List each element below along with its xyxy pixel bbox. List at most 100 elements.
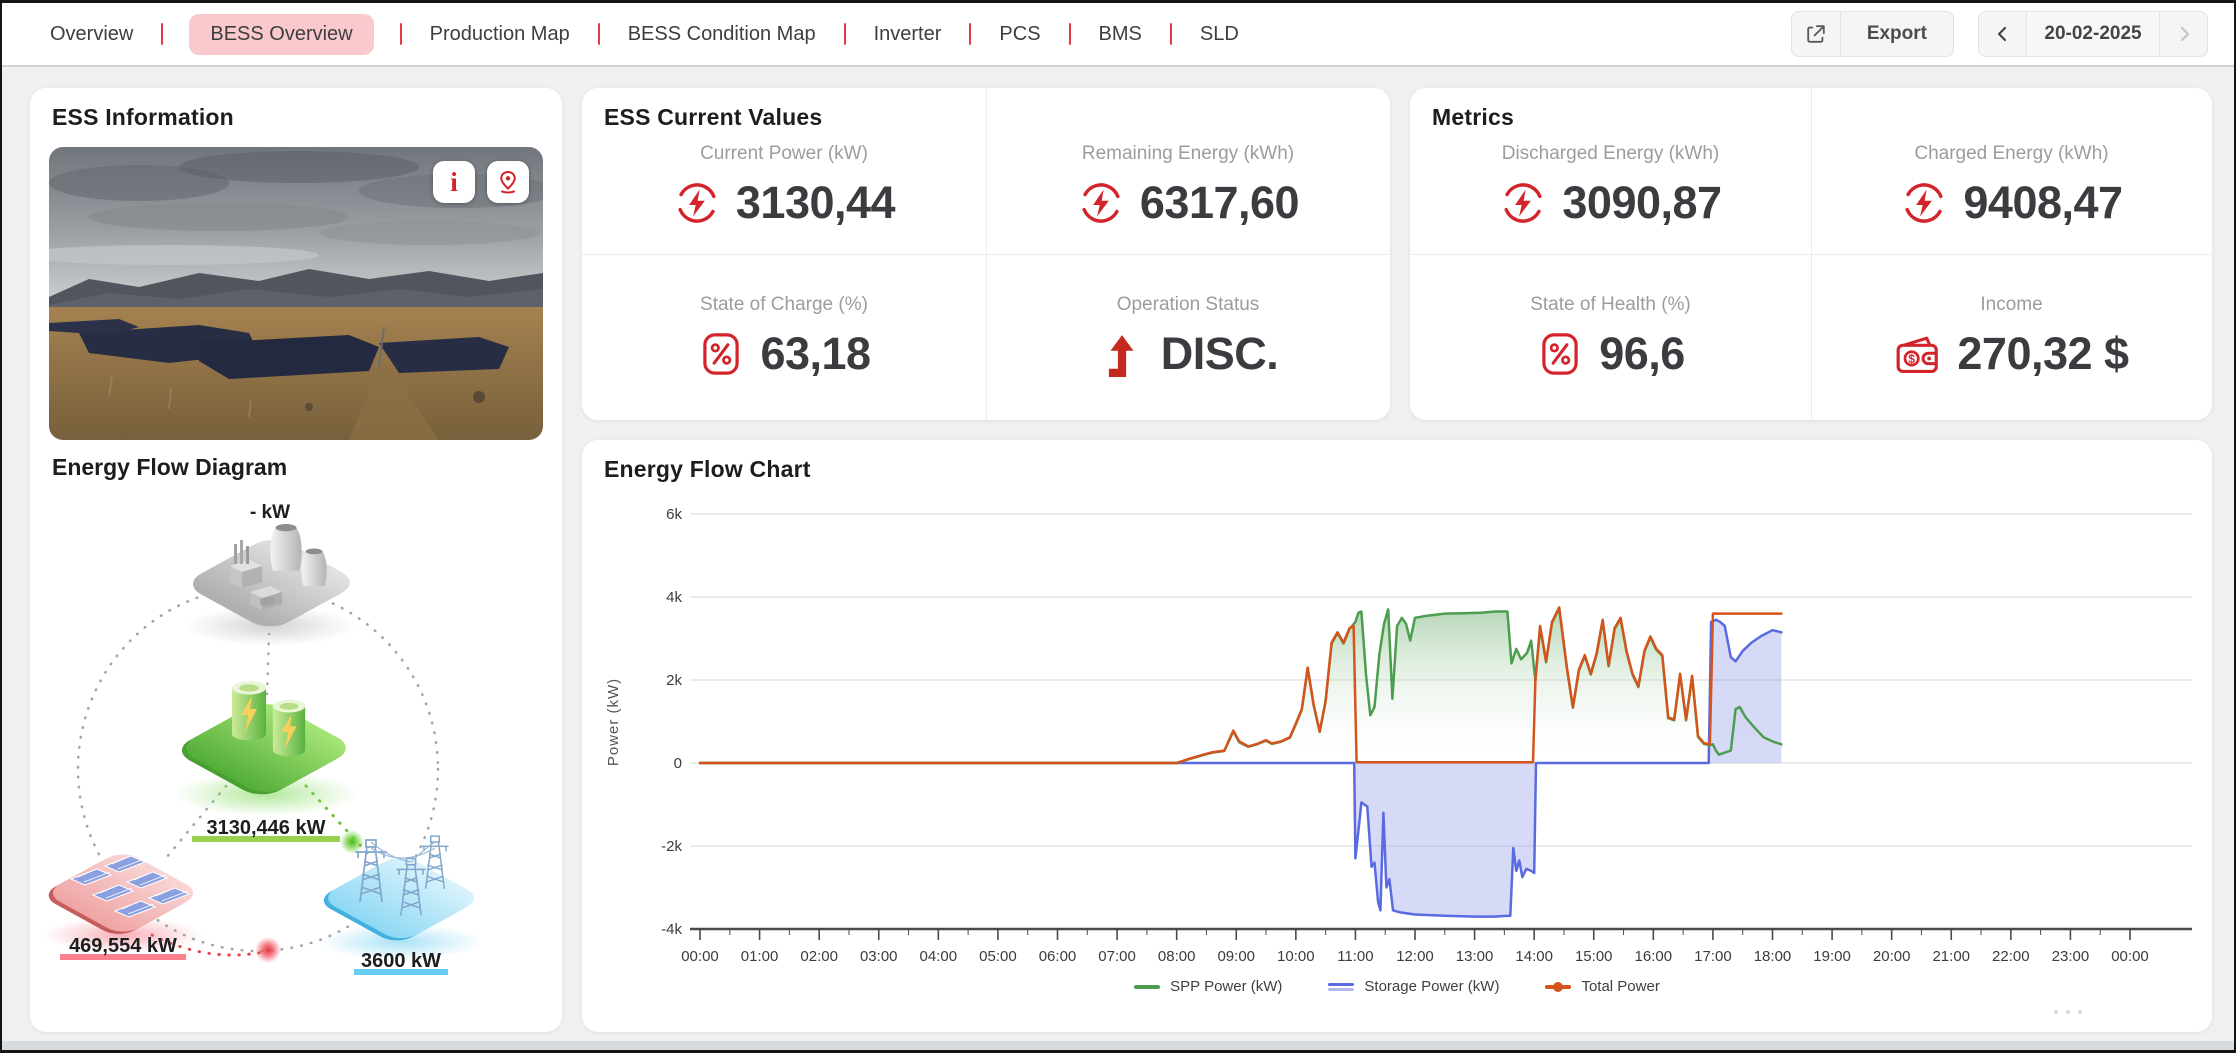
nav-separator [161, 23, 164, 45]
nav-separator [1169, 23, 1172, 45]
legend-item-spp-power-kw[interactable]: SPP Power (kW) [1134, 978, 1282, 995]
stat-value-row: $270,32 $ [1894, 328, 2129, 380]
svg-text:0: 0 [674, 755, 682, 772]
grid-value-label: 3600 kW [354, 950, 448, 975]
legend-label: SPP Power (kW) [1170, 978, 1283, 995]
stat-value: 6317,60 [1139, 177, 1300, 228]
window-bottom-strip [0, 1041, 2236, 1050]
percent-icon [1536, 330, 1584, 378]
export-icon[interactable] [1792, 12, 1840, 56]
power-grid-illustration [319, 835, 483, 960]
ess-current-values-title: ESS Current Values [604, 104, 823, 130]
stat-value: 3090,87 [1562, 177, 1722, 228]
chart-more-dots [2054, 1010, 2082, 1014]
stat-cell-charged-energy-kwh: Charged Energy (kWh) 9408,47 [1811, 88, 2212, 254]
nav-right-controls: Export 20-02-2025 [1790, 11, 2234, 57]
info-button[interactable]: i [433, 161, 475, 203]
svg-text:-2k: -2k [661, 838, 682, 855]
date-next-button[interactable] [2159, 12, 2207, 56]
svg-text:03:00: 03:00 [860, 948, 898, 965]
svg-text:20:00: 20:00 [1873, 948, 1911, 965]
svg-text:05:00: 05:00 [979, 948, 1017, 965]
nav-item-bess-condition-map[interactable]: BESS Condition Map [626, 14, 818, 55]
metrics-title: Metrics [1432, 104, 1514, 130]
stat-value: 63,18 [760, 328, 871, 379]
svg-text:02:00: 02:00 [800, 948, 838, 965]
svg-text:00:00: 00:00 [2111, 948, 2149, 965]
nav-separator [843, 23, 846, 45]
svg-text:15:00: 15:00 [1575, 948, 1613, 965]
nav-separator [969, 23, 972, 45]
nav-item-pcs[interactable]: PCS [997, 14, 1042, 55]
stat-value-row: 9408,47 [1900, 177, 2123, 229]
top-navigation-bar: Overview BESS Overview Production Map BESS … [2, 3, 2234, 67]
nav-separator [399, 23, 402, 45]
stat-value: 9408,47 [1963, 177, 2123, 228]
nav-item-overview[interactable]: Overview [48, 14, 135, 55]
stat-value-row: 3090,87 [1499, 177, 1722, 229]
battery-illustration [174, 681, 358, 816]
legend-item-storage-power-kw[interactable]: Storage Power (kW) [1328, 978, 1499, 995]
svg-text:6k: 6k [666, 506, 682, 523]
stat-value: DISC. [1160, 328, 1279, 379]
wallet-icon: $ [1894, 330, 1942, 378]
legend-item-total-power[interactable]: Total Power [1545, 978, 1660, 995]
svg-text:10:00: 10:00 [1277, 948, 1315, 965]
svg-text:11:00: 11:00 [1337, 948, 1373, 965]
stat-label: Discharged Energy (kWh) [1501, 143, 1720, 164]
green-flow-dot [340, 830, 364, 854]
stat-label: Income [1980, 294, 2043, 315]
info-icon: i [450, 166, 458, 197]
metrics-grid: Discharged Energy (kWh) 3090,87 Charged En… [1410, 88, 2212, 420]
solar-value-label: 469,554 kW [60, 935, 186, 960]
nav-item-bess-overview[interactable]: BESS Overview [189, 13, 374, 55]
svg-text:4k: 4k [666, 589, 682, 606]
photo-buttons: i [433, 161, 529, 203]
arrow-up-icon [1098, 330, 1146, 378]
ess-information-title: ESS Information [52, 104, 234, 130]
stat-label: State of Health (%) [1530, 294, 1691, 315]
stat-value: 270,32 $ [1957, 328, 2129, 379]
energy-icon [1900, 179, 1948, 227]
svg-text:2k: 2k [666, 672, 682, 689]
energy-flow-diagram: 3130,446 kW - kW 469,554 kW 3600 kW [30, 486, 562, 1032]
location-button[interactable] [487, 161, 529, 203]
energy-icon [673, 179, 721, 227]
svg-text:13:00: 13:00 [1456, 948, 1494, 965]
svg-text:04:00: 04:00 [920, 948, 958, 965]
svg-text:06:00: 06:00 [1039, 948, 1077, 965]
nav-item-production-map[interactable]: Production Map [428, 14, 572, 55]
percent-icon [697, 330, 745, 378]
location-pin-icon [500, 170, 516, 194]
legend-swatch [1134, 984, 1161, 989]
svg-text:08:00: 08:00 [1158, 948, 1196, 965]
stat-value-row: DISC. [1098, 328, 1279, 380]
stat-label: Remaining Energy (kWh) [1081, 143, 1295, 164]
svg-text:14:00: 14:00 [1515, 948, 1553, 965]
legend-label: Total Power [1581, 978, 1660, 995]
svg-text:16:00: 16:00 [1635, 948, 1673, 965]
stat-value-row: 3130,44 [673, 177, 896, 229]
ess-information-card: ESS Information i Energy Flow Diagram 31… [30, 88, 562, 1032]
date-value[interactable]: 20-02-2025 [2026, 12, 2159, 56]
stat-label: Operation Status [1116, 294, 1260, 315]
stat-cell-income: Income $270,32 $ [1811, 254, 2212, 420]
energy-flow-diagram-title: Energy Flow Diagram [52, 454, 288, 480]
svg-text:3130,446 kW: 3130,446 kW [207, 817, 326, 839]
energy-flow-chart: 6k 4k 2k 0 -2k -4k 00:00 01:00 02:00 03:00 04:00 05… [582, 440, 2212, 1032]
export-button[interactable]: Export [1790, 11, 1954, 57]
nav-item-inverter[interactable]: Inverter [872, 14, 944, 55]
export-button-label[interactable]: Export [1839, 12, 1953, 56]
svg-text:$: $ [1909, 352, 1916, 366]
stat-value: 96,6 [1599, 328, 1685, 379]
svg-text:469,554 kW: 469,554 kW [69, 935, 177, 957]
stat-label: State of Charge (%) [700, 294, 868, 315]
nav-tabs: Overview BESS Overview Production Map BESS … [2, 13, 1241, 55]
date-prev-button[interactable] [1979, 12, 2026, 56]
svg-text:19:00: 19:00 [1813, 948, 1851, 965]
svg-text:07:00: 07:00 [1098, 948, 1136, 965]
nav-item-bms[interactable]: BMS [1097, 14, 1144, 55]
ess-current-values-card: Current Power (kW) 3130,44 Remaining Energ… [582, 88, 1390, 420]
svg-text:22:00: 22:00 [1992, 948, 2030, 965]
nav-item-sld[interactable]: SLD [1198, 14, 1241, 55]
